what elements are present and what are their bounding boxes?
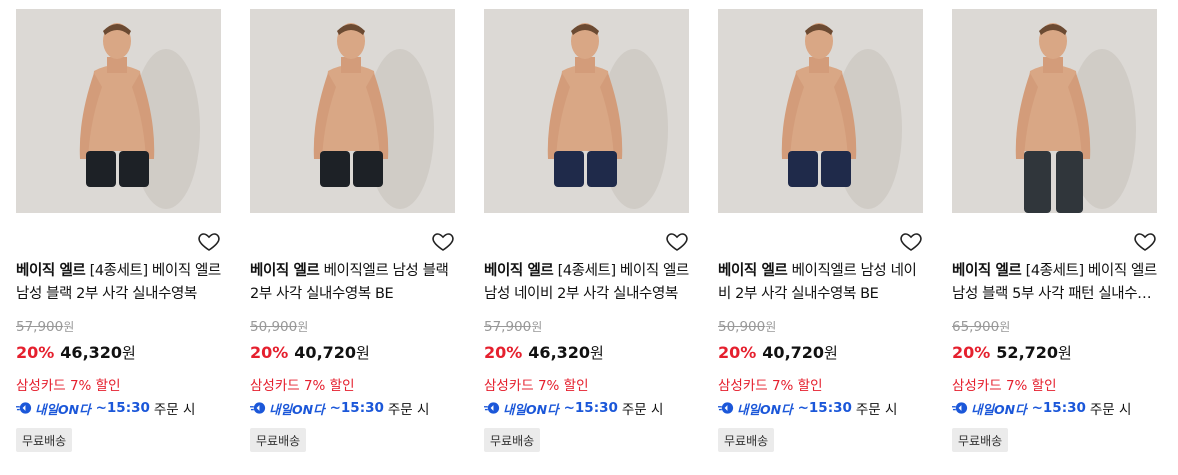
delivery-info: 내일ON다 ~15:30 주문 시 [250, 398, 429, 418]
sale-price-line: 20% 46,320원 [484, 342, 604, 363]
rocket-delivery-badge: 내일ON다 [250, 399, 325, 418]
heart-outline-icon[interactable] [197, 229, 221, 253]
rocket-delivery-badge: 내일ON다 [16, 399, 91, 418]
brand-name: 베이직 엘르 [484, 263, 554, 279]
sale-price: 46,320 [60, 343, 123, 362]
rocket-delivery-badge: 내일ON다 [484, 399, 559, 418]
free-shipping-badge: 무료배송 [250, 428, 307, 452]
heart-outline-icon[interactable] [1133, 229, 1157, 253]
rocket-delivery-icon [718, 402, 734, 414]
product-image[interactable] [250, 9, 455, 213]
product-title[interactable]: 베이직 엘르 [4종세트] 베이직 엘르 남성 블랙 5부 사각 패턴 실내수영… [952, 260, 1157, 306]
free-shipping-badge: 무료배송 [952, 428, 1009, 452]
discount-rate: 20% [250, 343, 289, 362]
product-image[interactable] [484, 9, 689, 213]
discount-rate: 20% [718, 343, 757, 362]
price-unit: 원 [590, 344, 604, 362]
card-promo: 삼성카드 7% 할인 [952, 378, 1057, 394]
delivery-suffix: 주문 시 [621, 402, 664, 418]
original-price: 50,900원 [250, 319, 309, 335]
delivery-suffix: 주문 시 [153, 402, 196, 418]
delivery-time: ~15:30 [797, 400, 852, 416]
delivery-suffix: 주문 시 [855, 402, 898, 418]
delivery-suffix: 주문 시 [1089, 402, 1132, 418]
original-price: 57,900원 [484, 319, 543, 335]
sale-price: 52,720 [996, 343, 1059, 362]
product-title[interactable]: 베이직 엘르 [4종세트] 베이직 엘르 남성 블랙 2부 사각 실내수영복 [16, 260, 221, 306]
product-card[interactable]: 베이직 엘르 [4종세트] 베이직 엘르 남성 블랙 5부 사각 패턴 실내수영… [952, 9, 1157, 452]
delivery-suffix: 주문 시 [387, 402, 430, 418]
rocket-delivery-icon [952, 402, 968, 414]
product-title[interactable]: 베이직 엘르 베이직엘르 남성 네이비 2부 사각 실내수영복 BE [718, 260, 923, 306]
rocket-delivery-icon [16, 402, 32, 414]
discount-rate: 20% [952, 343, 991, 362]
free-shipping-badge: 무료배송 [718, 428, 775, 452]
delivery-info: 내일ON다 ~15:30 주문 시 [952, 398, 1131, 418]
sale-price-line: 20% 52,720원 [952, 342, 1072, 363]
product-card[interactable]: 베이직 엘르 [4종세트] 베이직 엘르 남성 네이비 2부 사각 실내수영복 … [484, 9, 689, 452]
rocket-delivery-icon [484, 402, 500, 414]
delivery-info: 내일ON다 ~15:30 주문 시 [16, 398, 195, 418]
free-shipping-badge: 무료배송 [16, 428, 73, 452]
price-unit: 원 [824, 344, 838, 362]
product-card[interactable]: 베이직 엘르 베이직엘르 남성 블랙 2부 사각 실내수영복 BE 50,900… [250, 9, 455, 452]
discount-rate: 20% [484, 343, 523, 362]
delivery-time: ~15:30 [563, 400, 618, 416]
brand-name: 베이직 엘르 [952, 263, 1022, 279]
heart-outline-icon[interactable] [899, 229, 923, 253]
rocket-delivery-badge: 내일ON다 [718, 399, 793, 418]
rocket-delivery-icon [250, 402, 266, 414]
product-card[interactable]: 베이직 엘르 베이직엘르 남성 네이비 2부 사각 실내수영복 BE 50,90… [718, 9, 923, 452]
product-title[interactable]: 베이직 엘르 베이직엘르 남성 블랙 2부 사각 실내수영복 BE [250, 260, 455, 306]
price-unit: 원 [356, 344, 370, 362]
original-price: 65,900원 [952, 319, 1011, 335]
product-image[interactable] [952, 9, 1157, 213]
delivery-info: 내일ON다 ~15:30 주문 시 [484, 398, 663, 418]
brand-name: 베이직 엘르 [250, 263, 320, 279]
heart-outline-icon[interactable] [665, 229, 689, 253]
price-unit: 원 [122, 344, 136, 362]
card-promo: 삼성카드 7% 할인 [718, 378, 823, 394]
sale-price-line: 20% 40,720원 [250, 342, 370, 363]
price-unit: 원 [1058, 344, 1072, 362]
sale-price-line: 20% 40,720원 [718, 342, 838, 363]
sale-price: 40,720 [294, 343, 357, 362]
brand-name: 베이직 엘르 [718, 263, 788, 279]
discount-rate: 20% [16, 343, 55, 362]
product-card[interactable]: 베이직 엘르 [4종세트] 베이직 엘르 남성 블랙 2부 사각 실내수영복 5… [16, 9, 221, 452]
sale-price: 40,720 [762, 343, 825, 362]
card-promo: 삼성카드 7% 할인 [16, 378, 121, 394]
original-price: 57,900원 [16, 319, 75, 335]
delivery-time: ~15:30 [1031, 400, 1086, 416]
delivery-time: ~15:30 [329, 400, 384, 416]
heart-outline-icon[interactable] [431, 229, 455, 253]
product-grid: 베이직 엘르 [4종세트] 베이직 엘르 남성 블랙 2부 사각 실내수영복 5… [0, 0, 1178, 475]
brand-name: 베이직 엘르 [16, 263, 86, 279]
free-shipping-badge: 무료배송 [484, 428, 541, 452]
product-title[interactable]: 베이직 엘르 [4종세트] 베이직 엘르 남성 네이비 2부 사각 실내수영복 [484, 260, 689, 306]
delivery-info: 내일ON다 ~15:30 주문 시 [718, 398, 897, 418]
sale-price: 46,320 [528, 343, 591, 362]
sale-price-line: 20% 46,320원 [16, 342, 136, 363]
rocket-delivery-badge: 내일ON다 [952, 399, 1027, 418]
delivery-time: ~15:30 [95, 400, 150, 416]
card-promo: 삼성카드 7% 할인 [484, 378, 589, 394]
original-price: 50,900원 [718, 319, 777, 335]
product-image[interactable] [16, 9, 221, 213]
product-image[interactable] [718, 9, 923, 213]
card-promo: 삼성카드 7% 할인 [250, 378, 355, 394]
